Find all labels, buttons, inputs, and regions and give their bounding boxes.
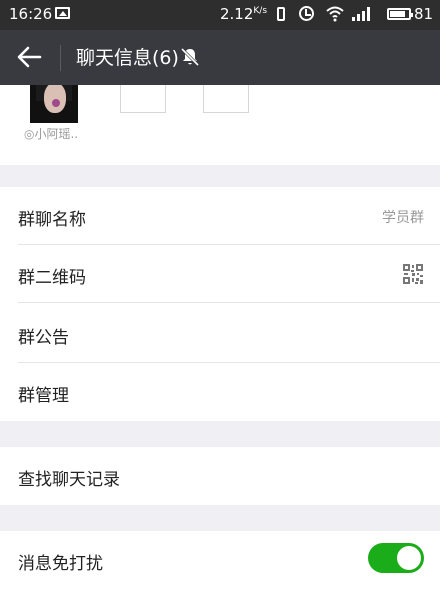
member-grid: ◎小阿瑶.. [0, 85, 440, 165]
search-history-row[interactable]: 查找聊天记录 [0, 447, 440, 505]
mute-notifications-label: 消息免打扰 [18, 554, 103, 574]
add-member-button[interactable] [120, 85, 166, 113]
battery-level: 81 [414, 5, 434, 23]
group-announcement-row[interactable]: 群公告 [0, 305, 440, 363]
status-bar: 16:26 2.12K/s 81 [0, 0, 440, 30]
qr-code-icon [403, 264, 423, 284]
member-avatar[interactable] [30, 85, 78, 123]
toggle-knob [397, 546, 421, 570]
section-gap [0, 505, 440, 531]
network-speed-unit: K/s [253, 6, 268, 16]
network-speed: 2.12K/s [220, 5, 267, 23]
page-title: 聊天信息(6) [76, 47, 179, 69]
bell-off-icon [180, 47, 200, 67]
alarm-icon [299, 6, 314, 21]
section-gap [0, 165, 440, 187]
vibrate-icon [277, 7, 285, 21]
group-qr-row[interactable]: 群二维码 [0, 245, 440, 303]
signal-icon [352, 7, 376, 21]
group-manage-row[interactable]: 群管理 [0, 363, 440, 421]
group-qr-label: 群二维码 [18, 268, 86, 288]
search-history-label: 查找聊天记录 [18, 470, 120, 490]
mute-notifications-toggle[interactable] [368, 543, 424, 573]
action-bar: 聊天信息(6) [0, 30, 440, 85]
section-gap [0, 421, 440, 447]
mute-notifications-row: 消息免打扰 [0, 531, 440, 589]
group-announcement-label: 群公告 [18, 328, 69, 348]
status-time: 16:26 [9, 5, 53, 23]
group-name-label: 群聊名称 [18, 210, 86, 230]
member-name: ◎小阿瑶.. [24, 127, 79, 141]
battery-fill [390, 11, 405, 17]
image-notification-icon [55, 7, 70, 19]
wifi-icon [326, 6, 344, 22]
group-name-row[interactable]: 群聊名称 学员群 [0, 187, 440, 245]
group-name-value: 学员群 [382, 210, 424, 226]
back-arrow-icon[interactable] [16, 45, 42, 69]
battery-icon [387, 8, 413, 20]
network-speed-value: 2.12 [220, 5, 254, 23]
remove-member-button[interactable] [203, 85, 249, 113]
action-bar-divider [60, 45, 61, 71]
group-manage-label: 群管理 [18, 386, 69, 406]
